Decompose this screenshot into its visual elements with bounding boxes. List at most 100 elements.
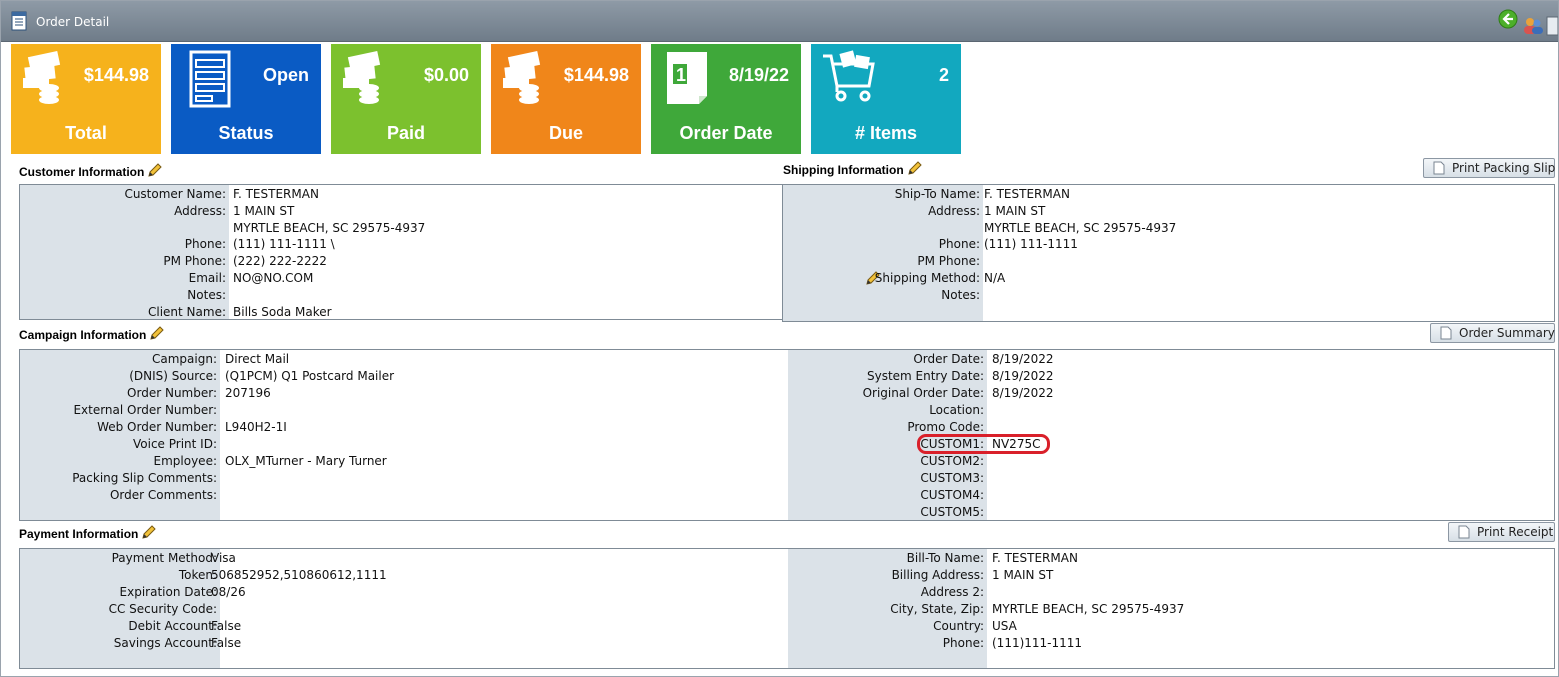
money-stack-icon xyxy=(23,51,61,104)
status-label: Status xyxy=(218,123,274,143)
campaign-label: Order Date: xyxy=(913,352,984,366)
customer-row: Client Name: Bills Soda Maker xyxy=(20,304,733,319)
customer-row: MYRTLE BEACH, SC 29575-4937 xyxy=(20,220,733,237)
order-summary-button[interactable]: Order Summary xyxy=(1430,323,1555,343)
customer-row: Address: 1 MAIN ST xyxy=(20,203,733,220)
payment-label: Billing Address: xyxy=(891,568,984,582)
campaign-row: CUSTOM4: xyxy=(20,487,1492,504)
customer-value: F. TESTERMAN xyxy=(233,187,319,201)
money-stack-icon xyxy=(343,51,381,104)
due-tile[interactable]: $144.98 Due xyxy=(491,44,641,154)
total-value: $144.98 xyxy=(83,65,149,85)
items-tile[interactable]: 2 # Items xyxy=(811,44,961,154)
document-icon xyxy=(1433,161,1445,175)
shipping-label: Notes: xyxy=(941,287,980,302)
campaign-row: Original Order Date: 8/19/2022 xyxy=(20,385,1492,402)
campaign-label: CUSTOM2: xyxy=(920,454,984,468)
campaign-value: 8/19/2022 xyxy=(992,352,1054,366)
order-date-label: Order Date xyxy=(679,123,773,143)
campaign-row: CUSTOM2: xyxy=(20,453,1492,470)
customer-label: Customer Name: xyxy=(124,187,226,201)
campaign-value: 8/19/2022 xyxy=(992,369,1054,383)
payment-row: Billing Address: 1 MAIN ST xyxy=(20,567,1492,584)
shipping-row: Shipping Method: N/A xyxy=(783,270,1484,287)
shipping-information-title: Shipping Information xyxy=(783,163,904,177)
payment-value: USA xyxy=(992,619,1017,633)
customer-row: Notes: xyxy=(20,287,733,304)
payment-label: Country: xyxy=(933,619,984,633)
customer-row: Customer Name: F. TESTERMAN xyxy=(20,186,733,203)
campaign-information-title: Campaign Information xyxy=(19,328,147,342)
back-arrow-icon[interactable] xyxy=(1498,9,1518,29)
print-packing-slip-button[interactable]: Print Packing Slip xyxy=(1423,158,1555,178)
payment-value: MYRTLE BEACH, SC 29575-4937 xyxy=(992,602,1185,616)
payment-row: Country: USA xyxy=(20,618,1492,635)
total-tile[interactable]: $144.98 Total xyxy=(11,44,161,154)
customer-value: Bills Soda Maker xyxy=(233,304,332,319)
shipping-value: MYRTLE BEACH, SC 29575-4937 xyxy=(984,220,1177,235)
paid-tile[interactable]: $0.00 Paid xyxy=(331,44,481,154)
shipping-row: Address: 1 MAIN ST xyxy=(783,203,1484,220)
campaign-row: System Entry Date: 8/19/2022 xyxy=(20,368,1492,385)
shipping-value: F. TESTERMAN xyxy=(984,187,1070,201)
campaign-label: CUSTOM3: xyxy=(920,471,984,485)
payment-value: 1 MAIN ST xyxy=(992,568,1054,582)
calendar-icon: 1 xyxy=(667,52,707,104)
users-icon[interactable] xyxy=(1522,14,1544,36)
total-label: Total xyxy=(65,123,107,143)
customer-label: Phone: xyxy=(184,237,226,252)
paid-value: $0.00 xyxy=(423,65,469,85)
pencil-icon[interactable] xyxy=(149,325,165,341)
payment-row: Phone: (111)111-1111 xyxy=(20,635,1492,652)
pencil-icon[interactable] xyxy=(141,524,157,540)
shopping-cart-icon xyxy=(823,50,875,102)
window-title: Order Detail xyxy=(36,15,110,29)
campaign-label: CUSTOM4: xyxy=(920,488,984,502)
campaign-row: CUSTOM5: xyxy=(20,504,1492,520)
customer-label: Email: xyxy=(188,271,226,285)
campaign-row: Location: xyxy=(20,402,1492,419)
title-bar: Order Detail xyxy=(1,1,1558,42)
payment-row: City, State, Zip: MYRTLE BEACH, SC 29575-… xyxy=(20,601,1492,618)
payment-information-title: Payment Information xyxy=(19,527,139,541)
customer-label: PM Phone: xyxy=(163,254,226,269)
campaign-row: Promo Code: xyxy=(20,419,1492,436)
customer-row: PM Phone: (222) 222-2222 xyxy=(20,253,733,270)
customer-value: MYRTLE BEACH, SC 29575-4937 xyxy=(233,220,426,235)
clipboard-icon[interactable] xyxy=(1546,15,1558,37)
campaign-information-panel: Campaign: Direct Mail (DNIS) Source: (Q1PCM… xyxy=(19,349,1555,521)
items-label: # Items xyxy=(854,123,918,143)
document-icon xyxy=(1458,525,1470,539)
customer-row: Email: NO@NO.COM xyxy=(20,270,733,287)
customer-information-heading: Customer Information xyxy=(19,162,163,179)
order-date-tile[interactable]: 1 8/19/22 Order Date xyxy=(651,44,801,154)
shipping-label: PM Phone: xyxy=(917,254,980,269)
campaign-label: System Entry Date: xyxy=(866,369,984,383)
customer-value: (222) 222-2222 xyxy=(233,254,327,269)
shipping-label: Address: xyxy=(928,203,980,218)
print-receipt-button[interactable]: Print Receipt xyxy=(1448,522,1555,542)
shipping-label: Ship-To Name: xyxy=(894,187,980,201)
customer-information-panel: Customer Name: F. TESTERMAN Address: 1 MAIN… xyxy=(19,184,783,320)
status-tile[interactable]: Open Status xyxy=(171,44,321,154)
due-value: $144.98 xyxy=(563,65,629,85)
shipping-row: Phone: (111) 111-1111 xyxy=(783,236,1484,253)
payment-row: Bill-To Name: F. TESTERMAN xyxy=(20,550,1492,567)
customer-row: Phone: (111) 111-1111 \ xyxy=(20,236,733,253)
campaign-label: CUSTOM5: xyxy=(920,505,984,519)
pencil-icon[interactable] xyxy=(907,160,923,176)
shipping-information-heading: Shipping Information xyxy=(783,160,923,177)
order-detail-window: Order Detail $144.98 Total Open Status $… xyxy=(0,0,1559,677)
campaign-label: Original Order Date: xyxy=(862,386,984,400)
print-packing-slip-label: Print Packing Slip xyxy=(1452,161,1556,175)
shipping-information-panel: Ship-To Name: F. TESTERMAN Address: 1 MAIN … xyxy=(782,184,1555,322)
shipping-value: 1 MAIN ST xyxy=(984,203,1046,218)
customer-label: Client Name: xyxy=(148,304,226,319)
order-summary-label: Order Summary xyxy=(1459,326,1555,340)
campaign-row: Order Date: 8/19/2022 xyxy=(20,351,1492,368)
customer-information-title: Customer Information xyxy=(19,165,145,179)
payment-label: Address 2: xyxy=(920,585,984,599)
pencil-icon[interactable] xyxy=(147,162,163,178)
document-icon xyxy=(1440,326,1452,340)
customer-value: 1 MAIN ST xyxy=(233,203,295,218)
